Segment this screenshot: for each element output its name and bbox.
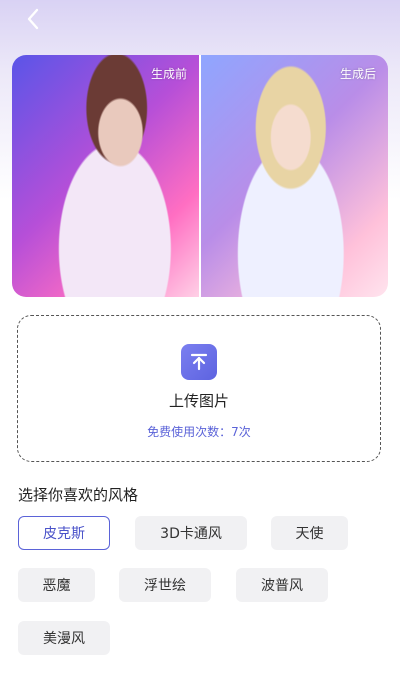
- style-chip-ukiyoe[interactable]: 浮世绘: [119, 568, 211, 602]
- back-button[interactable]: [18, 4, 48, 34]
- before-label: 生成前: [150, 67, 187, 81]
- upload-label: 上传图片: [168, 392, 229, 410]
- upload-area[interactable]: 上传图片 免费使用次数：7次: [17, 315, 381, 462]
- style-chip-3d-cartoon[interactable]: 3D卡通风: [135, 516, 247, 550]
- style-chip-pixar[interactable]: 皮克斯: [18, 516, 110, 550]
- after-image: 生成后: [201, 55, 388, 297]
- after-label: 生成后: [339, 67, 376, 81]
- upload-icon: [181, 344, 217, 380]
- before-after-comparison: 生成前 生成后: [12, 55, 388, 297]
- chevron-left-icon: [27, 8, 39, 30]
- style-chip-demon[interactable]: 恶魔: [18, 568, 95, 602]
- style-chip-angel[interactable]: 天使: [271, 516, 348, 550]
- style-chip-pop-art[interactable]: 波普风: [236, 568, 328, 602]
- style-chip-american-comic[interactable]: 美漫风: [18, 621, 110, 655]
- style-section-title: 选择你喜欢的风格: [18, 486, 139, 504]
- free-usage-count: 免费使用次数：7次: [147, 425, 251, 439]
- before-image: 生成前: [12, 55, 199, 297]
